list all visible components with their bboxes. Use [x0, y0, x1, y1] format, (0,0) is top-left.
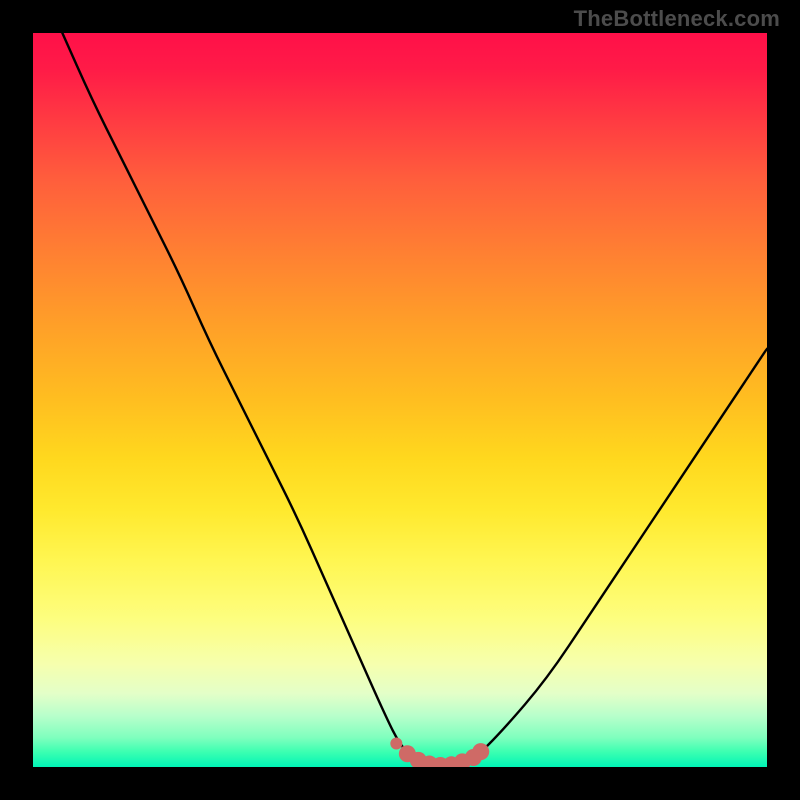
bottleneck-curve — [62, 33, 767, 767]
plot-area — [33, 33, 767, 767]
chart-svg — [33, 33, 767, 767]
marker-point — [390, 738, 402, 750]
highlight-markers — [390, 738, 489, 767]
chart-canvas: TheBottleneck.com — [0, 0, 800, 800]
marker-point — [472, 743, 489, 760]
watermark-text: TheBottleneck.com — [574, 6, 780, 32]
